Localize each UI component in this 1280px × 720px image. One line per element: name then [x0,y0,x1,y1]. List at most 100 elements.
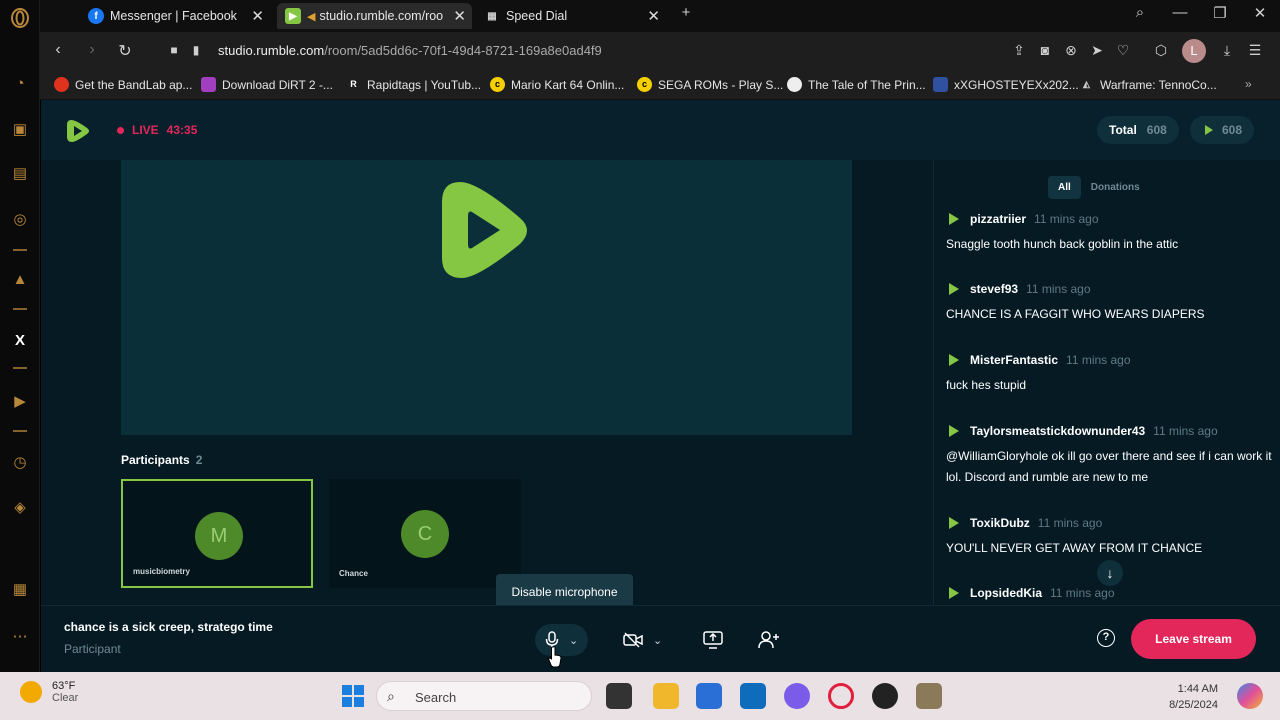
chat-filters: All Donations [1048,176,1150,199]
maximize-icon[interactable]: ❐ [1210,4,1230,22]
screen: ◔ ▣ ▤ ◎ ▲ X ▶ ◷ ◈ ▦ ⋯ f Messenger | Face… [0,0,1280,720]
close-icon[interactable]: ✕ [647,7,660,25]
back-icon[interactable]: ‹ [48,41,68,59]
invite-button[interactable] [758,624,780,656]
more-dots-icon[interactable]: ⋯ [9,626,31,648]
reload-icon[interactable]: ↻ [115,41,135,61]
more-bookmarks-icon[interactable]: » [1245,77,1252,91]
pacman-icon: c [490,77,505,92]
camera-button[interactable]: ⌄ [623,624,662,656]
file-explorer-icon[interactable] [653,683,679,709]
warframe-icon: ◭ [1083,79,1090,89]
bookmark-item[interactable]: Get the BandLab ap... [54,77,192,92]
chat-message: MisterFantastic 11 mins ago fuck hes stup… [946,353,1131,392]
copilot-pre-icon[interactable] [1237,683,1263,709]
bookmark-item[interactable]: xXGHOSTEYEXx202... [933,77,1079,92]
moon-icon [20,681,42,703]
rumble-logo-icon [442,182,527,278]
gallery-icon[interactable]: ▦ [9,579,31,601]
participant-role: Participant [64,642,121,656]
add-user-icon [758,631,779,649]
app-icon[interactable] [916,683,942,709]
chevron-down-icon[interactable]: ⌄ [653,634,662,647]
search-tabs-icon[interactable]: ⌕ [1130,4,1150,21]
chevron-down-icon[interactable]: ⌄ [569,634,578,647]
avatar: C [401,510,449,558]
store-icon[interactable] [696,683,722,709]
adblock-icon[interactable]: ⊗ [1062,42,1080,59]
rumble-icon [949,354,959,366]
bookmark-item[interactable]: c SEGA ROMs - Play S... [637,77,783,92]
minimize-icon[interactable]: — [1170,4,1190,21]
close-icon[interactable]: ✕ [453,7,466,25]
close-icon[interactable]: ✕ [251,7,264,25]
bookmark-item[interactable]: ◭ Warframe: TennoCo... [1079,77,1217,92]
forward-icon[interactable]: › [82,41,102,59]
url-field[interactable]: studio.rumble.com/room/5ad5dd6c-70f1-49d… [218,43,602,58]
player-icon[interactable]: ▶ [9,391,31,413]
menu-icon[interactable]: ☰ [1246,42,1264,59]
clock[interactable]: 1:44 AM 8/25/2024 [1148,681,1218,713]
bookmark-item[interactable]: R Rapidtags | YouTub... [346,77,481,92]
window-close-icon[interactable]: ✕ [1250,4,1270,22]
stream-title: chance is a sick creep, stratego time [64,620,273,634]
participant-tile[interactable]: M musicbiometry [121,479,313,588]
speedometer-icon[interactable]: ◔ [9,73,31,95]
profile-avatar[interactable]: L [1182,39,1206,63]
tab-speed-dial[interactable]: ▦ Speed Dial ✕ [476,3,666,29]
bookmark-item[interactable]: c Mario Kart 64 Onlin... [490,77,624,92]
bookmark-item[interactable]: The Tale of The Prin... [787,77,926,92]
extensions-icon[interactable]: ⬡ [1152,42,1170,59]
snapshot-icon[interactable]: ◙ [1036,42,1054,58]
weather-widget[interactable]: 63°F Clear [20,680,78,704]
site-icon [933,77,948,92]
tab-rumble-studio[interactable]: ▶ ◀ studio.rumble.com/roo ✕ [277,3,472,29]
bag-icon[interactable]: ▣ [9,119,31,141]
participant-tile[interactable]: C Chance [329,479,521,588]
rumble-studio: LIVE 43:35 Total 608 608 Participants 2 M m… [41,100,1280,672]
globe-icon [787,77,802,92]
share-screen-button[interactable] [703,624,723,656]
heart-icon[interactable]: ♡ [1114,42,1132,59]
share-icon[interactable]: ⇪ [1010,42,1028,59]
sidebar-divider [13,367,27,369]
cube-icon[interactable]: ◈ [9,497,31,519]
history-icon[interactable]: ◷ [9,452,31,474]
task-view-icon[interactable] [606,683,632,709]
help-icon[interactable]: ? [1097,629,1115,647]
tab-messenger[interactable]: f Messenger | Facebook ✕ [80,3,270,29]
aria-icon[interactable]: ▲ [9,269,31,291]
app-icon[interactable] [872,683,898,709]
new-tab-icon[interactable]: + [676,4,696,21]
filter-all[interactable]: All [1048,176,1081,199]
rumble-logo-icon[interactable] [63,116,93,146]
twitch-icon[interactable]: ▤ [9,163,31,185]
sidebar-divider [13,308,27,310]
scroll-down-icon[interactable]: ↓ [1097,560,1123,586]
chat-message: ToxikDubz 11 mins ago YOU'LL NEVER GET AW… [946,516,1203,555]
camera-icon[interactable]: ■ [164,43,184,57]
rumble-viewers-pill: 608 [1190,116,1255,144]
lock-icon: ▮ [192,43,200,57]
rumble-icon [949,425,959,437]
filter-donations[interactable]: Donations [1081,176,1150,199]
leave-stream-button[interactable]: Leave stream [1131,619,1256,659]
x-icon[interactable]: X [9,330,31,352]
send-icon[interactable]: ➤ [1088,42,1106,59]
camera-off-icon [623,632,643,648]
rumble-icon [949,213,959,225]
windows-start-icon[interactable] [340,683,366,709]
outlook-icon[interactable] [740,683,766,709]
windows-taskbar: 63°F Clear ⌕ Search 1:44 AM 8/25/2024 [0,672,1280,720]
taskbar-search[interactable]: ⌕ Search [376,681,592,711]
bandlab-icon [54,77,69,92]
copilot-icon[interactable] [784,683,810,709]
opera-taskbar-icon[interactable] [828,683,854,709]
gamepad-icon[interactable]: ◎ [9,209,31,231]
download-icon[interactable]: ⤓ [1218,42,1236,59]
opera-logo-icon[interactable] [9,8,31,30]
tab-title: Messenger | Facebook [110,9,237,23]
bookmark-item[interactable]: Download DiRT 2 -... [201,77,333,92]
search-icon: ⌕ [387,688,395,704]
facebook-icon: f [88,8,104,24]
